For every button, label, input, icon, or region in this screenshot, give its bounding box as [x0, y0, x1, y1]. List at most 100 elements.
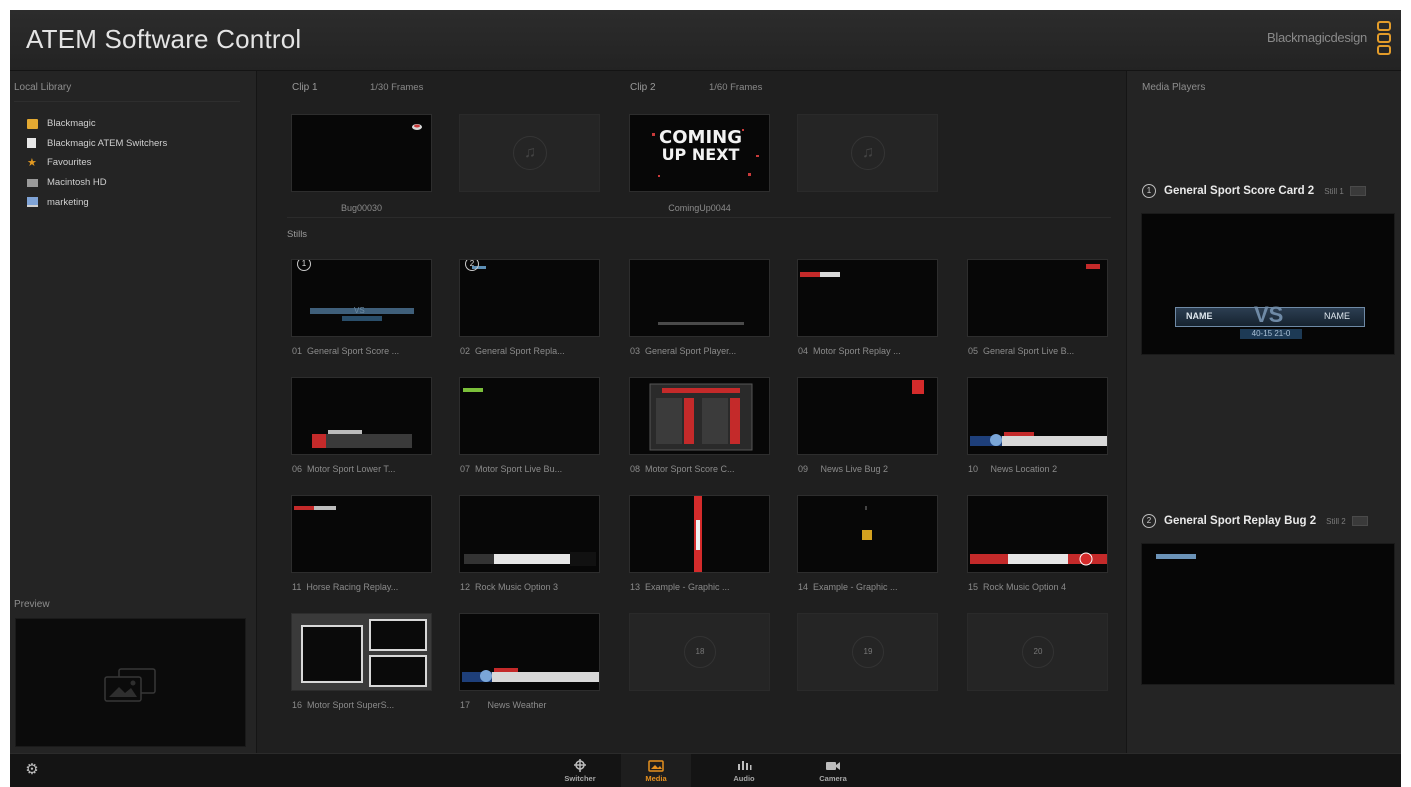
player-number: 2 [1142, 514, 1156, 528]
clip-2-frames: 1/60 Frames [709, 82, 763, 93]
tab-label: Camera [819, 774, 847, 783]
tab-label: Media [645, 774, 667, 783]
still-label: 10 News Location 2 [968, 464, 1058, 474]
library-item-label: Macintosh HD [47, 177, 107, 189]
vertical-banner-graphic [694, 496, 702, 572]
preview-heading: Preview [14, 599, 50, 610]
tab-switcher[interactable]: Switcher [545, 754, 615, 787]
center-bug-graphic [862, 506, 872, 540]
clip-1-frames: 1/30 Frames [370, 82, 424, 93]
brand-name: Blackmagicdesign [1267, 30, 1367, 45]
still-13-thumb[interactable] [629, 495, 770, 573]
still-slot-19[interactable]: 19 [797, 613, 938, 691]
library-item-blackmagic[interactable]: Blackmagic [27, 114, 167, 134]
still-02-thumb[interactable]: 2 [459, 259, 600, 337]
media-players-panel: Media Players 1 General Sport Score Card… [1126, 71, 1401, 753]
image-placeholder-icon [104, 668, 156, 702]
still-03-thumb[interactable] [629, 259, 770, 337]
still-16-thumb[interactable] [291, 613, 432, 691]
still-06-thumb[interactable] [291, 377, 432, 455]
clip-2-video-thumb[interactable]: COMING UP NEXT [629, 114, 770, 192]
tab-label: Switcher [564, 774, 596, 783]
player-still-label: Still 1 [1324, 186, 1344, 196]
still-10-thumb[interactable] [967, 377, 1108, 455]
source-thumbnail-icon[interactable] [1349, 186, 1366, 196]
clip-2-audio-slot[interactable]: ♫ [797, 114, 938, 192]
overlay-name-left: NAME [1186, 311, 1213, 321]
tab-media[interactable]: Media [621, 754, 691, 787]
camera-icon [826, 762, 840, 770]
still-label: 14 Example - Graphic ... [798, 582, 898, 592]
star-icon: ★ [27, 156, 37, 169]
media-player-1-monitor: NAME VS NAME 40-15 21-0 [1141, 213, 1395, 355]
still-label: 09 News Live Bug 2 [798, 464, 889, 474]
tab-audio[interactable]: Audio [709, 754, 779, 787]
slot-number: 20 [1022, 636, 1054, 668]
music-note-icon: ♫ [513, 136, 547, 170]
clip-1-video-thumb[interactable] [291, 114, 432, 192]
computer-icon [27, 197, 38, 208]
still-label: 04 Motor Sport Replay ... [798, 346, 901, 356]
still-01-thumb[interactable]: 1 VS [291, 259, 432, 337]
still-12-thumb[interactable] [459, 495, 600, 573]
clip-2-heading: Clip 2 [630, 82, 656, 93]
library-item-favourites[interactable]: ★ Favourites [27, 153, 167, 173]
preview-window [15, 618, 246, 747]
divider [287, 217, 1111, 218]
supersplit-graphic [292, 614, 431, 690]
clip-2-name: ComingUp0044 [668, 203, 731, 213]
clip-1-audio-slot[interactable]: ♫ [459, 114, 600, 192]
library-item-label: Blackmagic [47, 118, 96, 130]
live-bug-graphic [463, 388, 483, 392]
media-player-1-header: 1 General Sport Score Card 2 Still 1 [1142, 184, 1366, 198]
still-08-thumb[interactable] [629, 377, 770, 455]
location-bar-graphic [970, 432, 1107, 446]
library-item-marketing[interactable]: marketing [27, 192, 167, 212]
player-number: 1 [1142, 184, 1156, 198]
still-label: 01 General Sport Score ... [292, 346, 400, 356]
still-label: 07 Motor Sport Live Bu... [460, 464, 563, 474]
svg-text:VS: VS [354, 306, 365, 315]
still-label: 05 General Sport Live B... [968, 346, 1075, 356]
still-label: 03 General Sport Player... [630, 346, 737, 356]
still-slot-20[interactable]: 20 [967, 613, 1108, 691]
divider [14, 101, 240, 102]
tab-label: Audio [733, 774, 755, 783]
still-15-thumb[interactable] [967, 495, 1108, 573]
still-05-thumb[interactable] [967, 259, 1108, 337]
settings-gear-icon[interactable]: ⚙ [24, 762, 40, 778]
still-label: 13 Example - Graphic ... [630, 582, 730, 592]
still-07-thumb[interactable] [459, 377, 600, 455]
media-players-heading: Media Players [1142, 82, 1206, 93]
player-source-name: General Sport Score Card 2 [1164, 185, 1315, 197]
racing-replay-graphic [294, 506, 336, 510]
library-item-atem-switchers[interactable]: Blackmagic ATEM Switchers [27, 134, 167, 154]
library-item-macintosh-hd[interactable]: Macintosh HD [27, 173, 167, 193]
player-still-label: Still 2 [1326, 516, 1346, 526]
music-lower-third-graphic [970, 552, 1107, 566]
still-label: 16 Motor Sport SuperS... [292, 700, 395, 710]
still-label: 15 Rock Music Option 4 [968, 582, 1067, 592]
overlay-name-right: NAME [1324, 311, 1351, 321]
news-bug-graphic [912, 380, 924, 394]
lower-third-graphic [312, 430, 412, 448]
still-09-thumb[interactable] [797, 377, 938, 455]
still-17-thumb[interactable] [459, 613, 600, 691]
still-14-thumb[interactable] [797, 495, 938, 573]
drive-icon [27, 178, 38, 187]
still-slot-18[interactable]: 18 [629, 613, 770, 691]
still-label: 17 News Weather [460, 700, 547, 710]
app-title: ATEM Software Control [26, 24, 302, 54]
still-11-thumb[interactable] [291, 495, 432, 573]
replay-bug-overlay [1156, 554, 1196, 559]
score-card-graphic: VS [310, 306, 414, 321]
confetti-graphic [652, 129, 759, 177]
tab-camera[interactable]: Camera [798, 754, 868, 787]
still-label: 06 Motor Sport Lower T... [292, 464, 396, 474]
still-04-thumb[interactable] [797, 259, 938, 337]
player-bar-graphic [658, 322, 744, 325]
media-pool-panel: Clip 1 1/30 Frames ♫ Bug00030 Clip 2 1/6… [258, 71, 1125, 753]
source-thumbnail-icon[interactable] [1351, 516, 1368, 526]
still-label: 12 Rock Music Option 3 [460, 582, 559, 592]
slot-number: 18 [684, 636, 716, 668]
